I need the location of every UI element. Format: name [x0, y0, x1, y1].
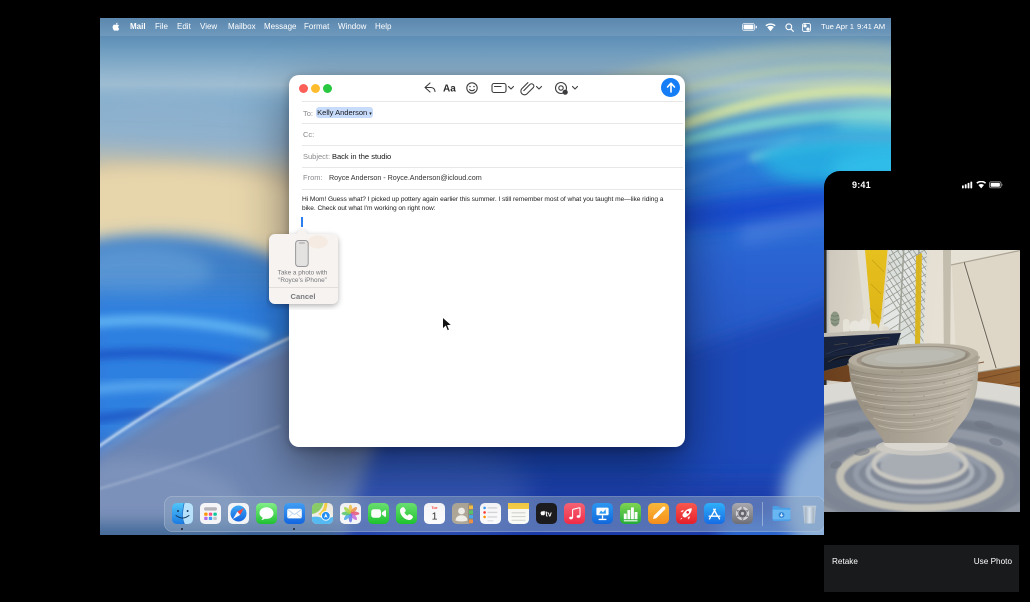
- svg-text:1: 1: [431, 511, 437, 523]
- svg-text:tv: tv: [545, 510, 551, 519]
- svg-text:Cancel: Cancel: [291, 292, 316, 301]
- svg-text:Aa: Aa: [443, 84, 456, 95]
- svg-text:Take a photo with: Take a photo with: [278, 270, 328, 277]
- svg-text:“Royce’s iPhone”: “Royce’s iPhone”: [278, 277, 327, 284]
